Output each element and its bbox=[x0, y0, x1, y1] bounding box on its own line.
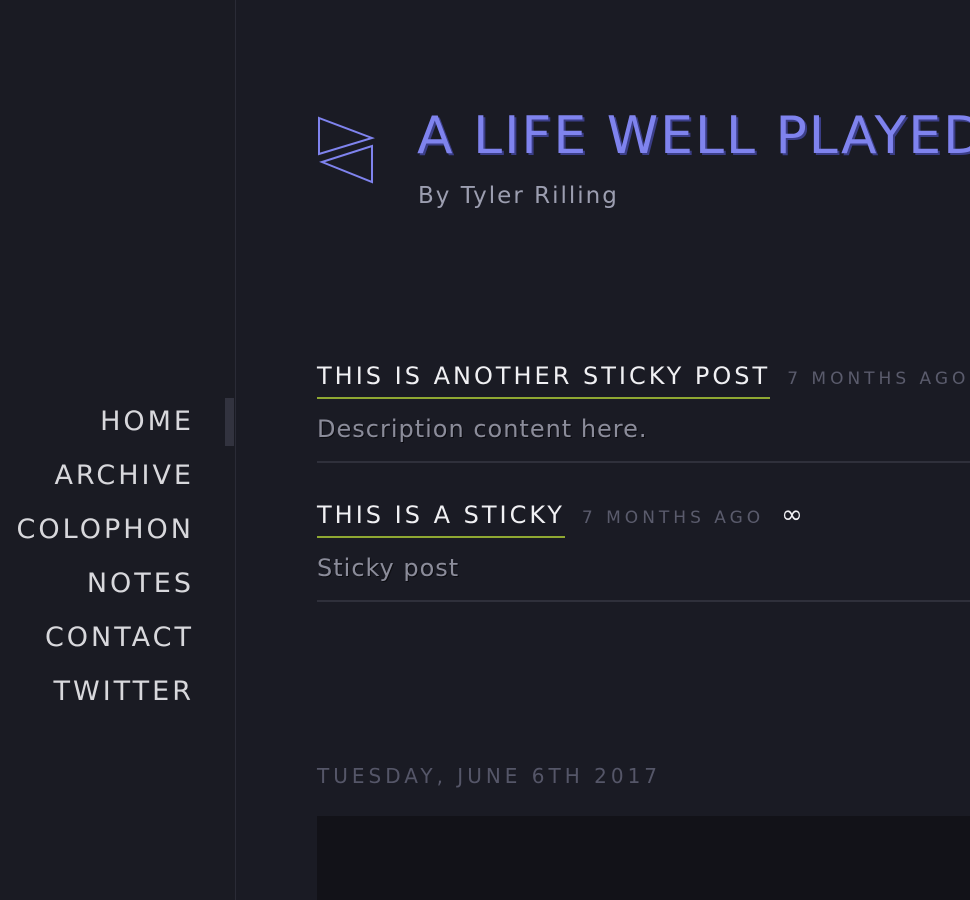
post-description: Description content here. bbox=[317, 415, 648, 443]
post-header: THIS IS ANOTHER STICKY POST 7 MONTHS AGO bbox=[317, 362, 970, 399]
post-timestamp: 7 MONTHS AGO bbox=[787, 369, 970, 389]
post-item: THIS IS A STICKY 7 MONTHS AGO ∞ Sticky p… bbox=[317, 500, 970, 602]
main-nav: HOME ARCHIVE COLOPHON NOTES CONTACT TWIT… bbox=[0, 398, 235, 722]
site-title[interactable]: A LIFE WELL PLAYED bbox=[417, 106, 970, 166]
sidebar: HOME ARCHIVE COLOPHON NOTES CONTACT TWIT… bbox=[0, 0, 236, 900]
nav-item-notes[interactable]: NOTES bbox=[0, 560, 235, 614]
nav-item-home[interactable]: HOME bbox=[0, 398, 235, 452]
triangles-logo-icon bbox=[318, 116, 376, 184]
site-logo-link[interactable] bbox=[317, 116, 376, 186]
post-header: THIS IS A STICKY 7 MONTHS AGO ∞ bbox=[317, 500, 970, 538]
nav-item-colophon[interactable]: COLOPHON bbox=[0, 506, 235, 560]
infinity-permalink-icon[interactable]: ∞ bbox=[781, 500, 803, 530]
main-content: A LIFE WELL PLAYED By Tyler Rilling THIS… bbox=[237, 0, 970, 900]
post-title-link[interactable]: THIS IS A STICKY bbox=[317, 501, 565, 538]
post-description: Sticky post bbox=[317, 554, 460, 582]
site-byline: By Tyler Rilling bbox=[418, 183, 619, 209]
date-heading: TUESDAY, JUNE 6TH 2017 bbox=[317, 764, 662, 788]
nav-item-archive[interactable]: ARCHIVE bbox=[0, 452, 235, 506]
post-media-block bbox=[317, 816, 970, 900]
post-item: THIS IS ANOTHER STICKY POST 7 MONTHS AGO… bbox=[317, 362, 970, 463]
post-title-link[interactable]: THIS IS ANOTHER STICKY POST bbox=[317, 362, 771, 399]
nav-item-twitter[interactable]: TWITTER bbox=[0, 668, 235, 722]
nav-item-contact[interactable]: CONTACT bbox=[0, 614, 235, 668]
post-timestamp: 7 MONTHS AGO bbox=[581, 508, 765, 528]
